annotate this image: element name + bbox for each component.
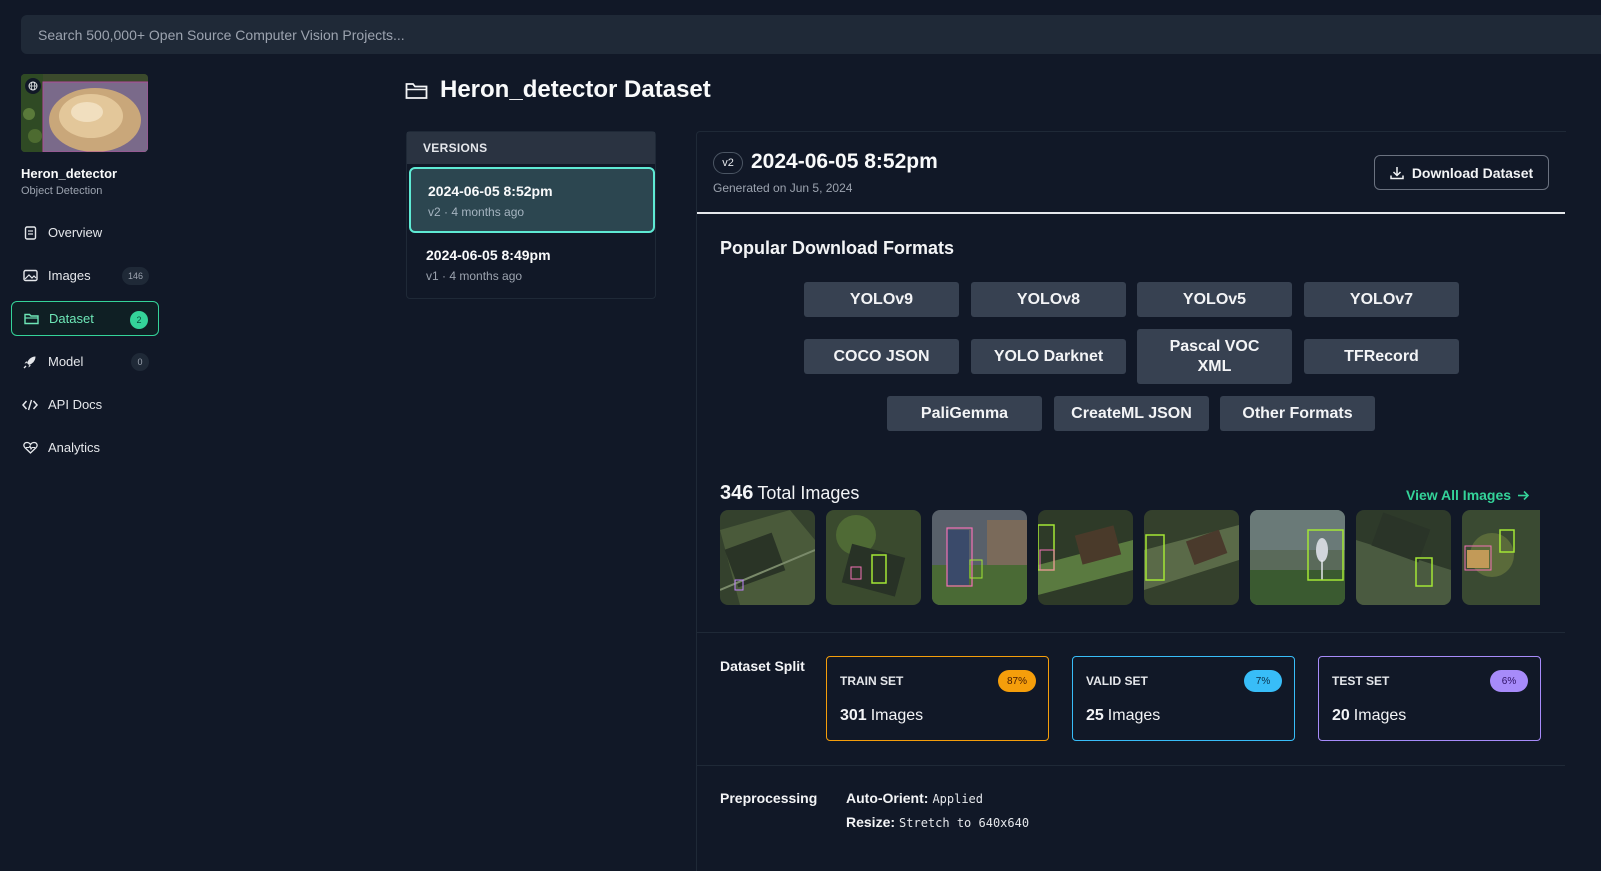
image-thumbnail[interactable] bbox=[720, 510, 815, 605]
preprocessing-item: Resize: Stretch to 640x640 bbox=[846, 814, 1030, 830]
format-button-yolov8[interactable]: YOLOv8 bbox=[971, 282, 1126, 317]
count-badge: 146 bbox=[121, 267, 149, 285]
version-meta: v1 · 4 months ago bbox=[426, 269, 523, 283]
sidebar-item-label: Images bbox=[48, 268, 91, 283]
sidebar-item-label: Overview bbox=[48, 225, 103, 240]
sidebar-item-model[interactable]: Model 0 bbox=[11, 344, 159, 379]
split-name: VALID SET bbox=[1086, 674, 1148, 688]
image-thumbnail[interactable] bbox=[932, 510, 1027, 605]
sidebar-item-images[interactable]: Images 146 bbox=[11, 258, 159, 293]
header-divider bbox=[697, 212, 1565, 214]
split-percent-badge: 6% bbox=[1490, 670, 1528, 692]
version-title: 2024-06-05 8:52pm bbox=[751, 150, 938, 173]
code-icon bbox=[22, 397, 38, 413]
image-thumbnail[interactable] bbox=[1356, 510, 1451, 605]
image-icon bbox=[22, 268, 38, 284]
format-button-yolov5[interactable]: YOLOv5 bbox=[1137, 282, 1292, 317]
image-thumbnail[interactable] bbox=[1144, 510, 1239, 605]
search-input[interactable] bbox=[21, 15, 1601, 54]
image-thumbnail[interactable] bbox=[1462, 510, 1540, 605]
test-set-card[interactable]: TEST SET 6% 20 Images bbox=[1318, 656, 1541, 741]
generated-date: Generated on Jun 5, 2024 bbox=[713, 181, 853, 195]
download-icon bbox=[1390, 166, 1404, 180]
folder-icon bbox=[405, 81, 428, 100]
split-percent-badge: 7% bbox=[1244, 670, 1282, 692]
view-all-label: View All Images bbox=[1406, 487, 1512, 503]
image-thumbnail[interactable] bbox=[1250, 510, 1345, 605]
sidebar-item-dataset[interactable]: Dataset 2 bbox=[11, 301, 159, 336]
total-images: 346 Total Images bbox=[720, 482, 859, 505]
sidebar-item-label: Dataset bbox=[49, 311, 94, 326]
image-thumbnail[interactable] bbox=[1038, 510, 1133, 605]
version-detail-panel: v2 2024-06-05 8:52pm Generated on Jun 5,… bbox=[696, 131, 1566, 871]
download-dataset-button[interactable]: Download Dataset bbox=[1374, 155, 1549, 190]
sidebar-item-label: API Docs bbox=[48, 397, 103, 412]
split-count: 25 Images bbox=[1086, 707, 1161, 724]
preprocessing-item: Auto-Orient: Applied bbox=[846, 790, 984, 806]
split-count: 20 Images bbox=[1332, 707, 1407, 724]
format-button-yolov7[interactable]: YOLOv7 bbox=[1304, 282, 1459, 317]
rocket-icon bbox=[22, 354, 38, 370]
formats-title: Popular Download Formats bbox=[720, 238, 955, 258]
valid-set-card[interactable]: VALID SET 7% 25 Images bbox=[1072, 656, 1295, 741]
sidebar-item-analytics[interactable]: Analytics bbox=[11, 430, 159, 465]
section-divider bbox=[697, 765, 1565, 766]
split-name: TEST SET bbox=[1332, 674, 1390, 688]
sidebar-item-api-docs[interactable]: API Docs bbox=[11, 387, 159, 422]
total-images-label: Total Images bbox=[757, 483, 860, 503]
sidebar-item-label: Analytics bbox=[48, 440, 101, 455]
version-title: 2024-06-05 8:49pm bbox=[426, 247, 551, 263]
download-label: Download Dataset bbox=[1411, 164, 1534, 181]
version-badge: v2 bbox=[713, 152, 743, 174]
sidebar-nav: Overview Images 146 Dataset 2 Model 0 AP… bbox=[11, 215, 159, 473]
arrow-right-icon bbox=[1517, 490, 1530, 501]
view-all-images-link[interactable]: View All Images bbox=[1406, 487, 1530, 503]
format-button-pascal-voc-xml[interactable]: Pascal VOC XML bbox=[1137, 329, 1292, 384]
train-set-card[interactable]: TRAIN SET 87% 301 Images bbox=[826, 656, 1049, 741]
split-percent-badge: 87% bbox=[998, 670, 1036, 692]
format-button-yolov9[interactable]: YOLOv9 bbox=[804, 282, 959, 317]
image-thumbnail[interactable] bbox=[826, 510, 921, 605]
page-title: Heron_detector Dataset bbox=[405, 76, 711, 104]
version-item-v1[interactable]: 2024-06-05 8:49pm v1 · 4 months ago bbox=[409, 233, 655, 299]
format-button-yolo-darknet[interactable]: YOLO Darknet bbox=[971, 339, 1126, 374]
search-bar[interactable] bbox=[21, 15, 1601, 54]
total-images-count: 346 bbox=[720, 482, 754, 504]
project-thumbnail[interactable] bbox=[21, 74, 148, 152]
project-type: Object Detection bbox=[21, 185, 103, 197]
folder-icon bbox=[23, 311, 39, 327]
format-button-paligemma[interactable]: PaliGemma bbox=[887, 396, 1042, 431]
format-button-tfrecord[interactable]: TFRecord bbox=[1304, 339, 1459, 374]
page-title-text: Heron_detector Dataset bbox=[440, 76, 711, 103]
sidebar-item-label: Model bbox=[48, 354, 84, 369]
split-count: 301 Images bbox=[840, 707, 924, 724]
image-gallery bbox=[720, 510, 1540, 605]
version-meta: v2 · 4 months ago bbox=[428, 205, 525, 219]
format-button-coco-json[interactable]: COCO JSON bbox=[804, 339, 959, 374]
count-badge: 2 bbox=[130, 311, 148, 329]
count-badge: 0 bbox=[131, 353, 149, 371]
sidebar-item-overview[interactable]: Overview bbox=[11, 215, 159, 250]
versions-panel: VERSIONS 2024-06-05 8:52pm v2 · 4 months… bbox=[406, 131, 656, 299]
globe-icon bbox=[25, 78, 41, 94]
version-title: 2024-06-05 8:52pm bbox=[428, 183, 553, 199]
dataset-split-title: Dataset Split bbox=[720, 658, 805, 674]
document-icon bbox=[22, 225, 38, 241]
format-button-other-formats[interactable]: Other Formats bbox=[1220, 396, 1375, 431]
split-name: TRAIN SET bbox=[840, 674, 904, 688]
versions-header: VERSIONS bbox=[407, 132, 655, 164]
heartbeat-icon bbox=[22, 440, 38, 456]
format-button-createml-json[interactable]: CreateML JSON bbox=[1054, 396, 1209, 431]
project-name: Heron_detector bbox=[21, 166, 118, 181]
section-divider bbox=[697, 632, 1565, 633]
version-item-v2[interactable]: 2024-06-05 8:52pm v2 · 4 months ago bbox=[409, 167, 655, 233]
preprocessing-title: Preprocessing bbox=[720, 790, 818, 806]
